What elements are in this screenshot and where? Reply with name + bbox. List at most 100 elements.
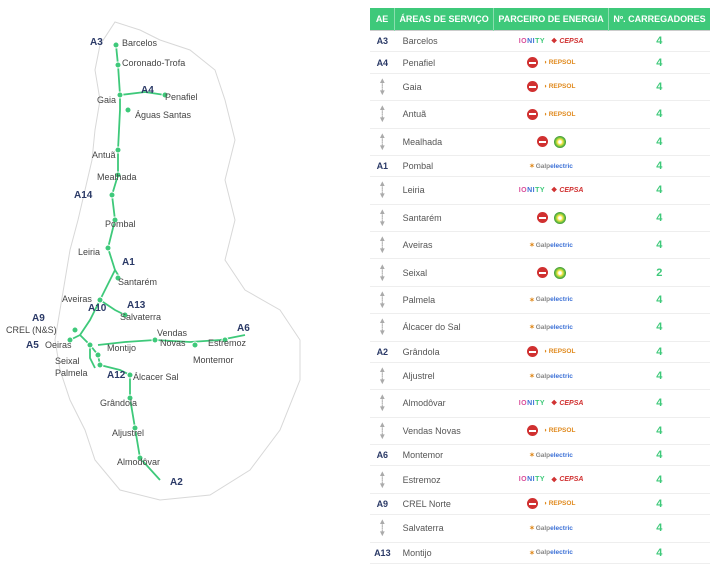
cell-partner: Galpelectric [494,362,609,389]
map-city-label: Gaia [97,95,116,105]
cell-count: 4 [609,52,710,73]
cell-partner [494,259,609,286]
repsol-logo: REPSOL [544,83,576,90]
map-city-label: Estremoz [208,338,246,348]
galp-logo: Galpelectric [529,241,573,249]
cell-area: Pombal [395,155,494,176]
galp-logo: Galpelectric [529,296,573,304]
table-row: A9CREL Norte REPSOL 4 [370,493,710,514]
repsol-logo: REPSOL [544,59,576,66]
cepsa-logo: CEPSA [551,476,583,484]
cell-ae: ▲┊▼ [370,417,395,444]
cell-area: Almodôvar [395,390,494,417]
cell-count: 4 [609,204,710,231]
chargers-table: AE ÁREAS DE SERVIÇO PARCEIRO DE ENERGIA … [370,8,710,564]
cell-partner: REPSOL [494,417,609,444]
map-highway-label: A5 [26,340,39,351]
table-row: ▲┊▼PalmelaGalpelectric4 [370,286,710,313]
cell-count: 2 [609,259,710,286]
map-city-label: Santarém [118,277,157,287]
cell-area: CREL Norte [395,493,494,514]
map-city-label: Montijo [107,343,136,353]
map-city-label: Penafiel [165,92,198,102]
cepsa-logo: CEPSA [551,37,583,45]
cell-partner: Galpelectric [494,232,609,259]
cell-ae: ▲┊▼ [370,466,395,493]
map-highway-label: A4 [141,85,154,96]
map-panel: A3BarcelosCoronado-TrofaGaiaA4PenafielÁg… [0,0,360,515]
cell-partner: Galpelectric [494,515,609,542]
map-city-label: Palmela [55,368,88,378]
cell-ae: A1 [370,155,395,176]
cell-area: Álcacer do Sal [395,314,494,341]
cell-area: Penafiel [395,52,494,73]
table-row: ▲┊▼GaiaREPSOL4 [370,73,710,100]
map-city-label: Águas Santas [135,110,191,120]
cell-partner: Galpelectric [494,155,609,176]
cell-ae: ▲┊▼ [370,101,395,128]
map-highway-label: A2 [170,477,183,488]
map-city-label: Leiria [78,247,100,257]
cell-count: 4 [609,177,710,204]
no-entry-icon [537,212,548,223]
map-city-label: Barcelos [122,38,157,48]
cell-area: Seixal [395,259,494,286]
cell-area: Gaia [395,73,494,100]
cell-partner: IONITYCEPSA [494,390,609,417]
map-city-label: Mealhada [97,172,137,182]
table-row: A4PenafielREPSOL4 [370,52,710,73]
map-highway-label: A13 [127,300,145,311]
cell-ae: ▲┊▼ [370,259,395,286]
galp-logo: Galpelectric [529,524,573,532]
cell-area: Aveiras [395,232,494,259]
bp-logo [554,136,566,148]
no-entry-icon [537,267,548,278]
map-highway-label: A12 [107,370,125,381]
map-city-label: Vendas [157,328,187,338]
no-entry-icon [527,425,538,436]
cell-partner: REPSOL [494,101,609,128]
table-row: ▲┊▼Álcacer do SalGalpelectric4 [370,314,710,341]
map-city-label: Antuã [92,150,116,160]
table-row: ▲┊▼LeiriaIONITYCEPSA4 [370,177,710,204]
cell-count: 4 [609,341,710,362]
no-entry-icon [527,346,538,357]
cell-count: 4 [609,362,710,389]
map-highway-label: A1 [122,257,135,268]
cell-partner: Galpelectric [494,542,609,563]
map-city-label: Montemor [193,355,234,365]
th-count: Nº. CARREGADORES [609,8,710,31]
cell-count: 4 [609,493,710,514]
map-city-label: Almodôvar [117,457,160,467]
cell-ae: ▲┊▼ [370,177,395,204]
map-highway-label: A3 [90,37,103,48]
table-panel: AE ÁREAS DE SERVIÇO PARCEIRO DE ENERGIA … [360,0,720,515]
cell-ae: A9 [370,493,395,514]
cell-ae: ▲┊▼ [370,314,395,341]
map-city-label: Álcacer Sal [133,372,179,382]
map-city-label: Novas [160,338,186,348]
cell-count: 4 [609,390,710,417]
cell-ae: ▲┊▼ [370,73,395,100]
galp-logo: Galpelectric [529,162,573,170]
cell-partner: Galpelectric [494,314,609,341]
cell-partner: REPSOL [494,341,609,362]
table-row: ▲┊▼Seixal 2 [370,259,710,286]
cell-area: Montemor [395,445,494,466]
galp-logo: Galpelectric [529,549,573,557]
th-partner: PARCEIRO DE ENERGIA [494,8,609,31]
cell-count: 4 [609,417,710,444]
cell-area: Leiria [395,177,494,204]
repsol-logo: REPSOL [544,348,576,355]
cell-area: Antuã [395,101,494,128]
map-highway-label: A14 [74,190,92,201]
cell-area: Mealhada [395,128,494,155]
bp-logo [554,212,566,224]
table-row: ▲┊▼Vendas NovasREPSOL4 [370,417,710,444]
cell-ae: ▲┊▼ [370,286,395,313]
cell-count: 4 [609,314,710,341]
cell-count: 4 [609,155,710,176]
th-ae: AE [370,8,395,31]
repsol-logo: REPSOL [544,500,576,507]
ionity-logo: IONITY [519,187,545,194]
